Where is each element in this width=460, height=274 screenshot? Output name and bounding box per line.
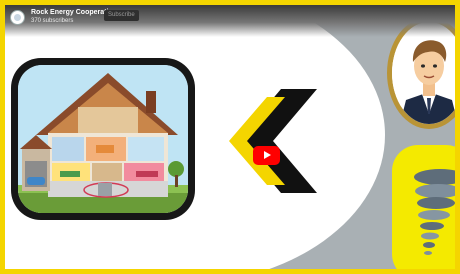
video-info-bar: Rock Energy Cooperative 370 subscribers …: [5, 5, 455, 37]
chevron-logo-icon: [229, 89, 317, 193]
house-illustration-card: [11, 58, 195, 220]
tornado-card: [392, 145, 455, 269]
channel-avatar-icon[interactable]: [10, 10, 25, 25]
video-thumbnail-frame: Rock Energy Cooperative 370 subscribers …: [0, 0, 460, 274]
house-cutaway-image: [18, 65, 188, 213]
play-button[interactable]: [253, 146, 280, 165]
subscriber-count: 370 subscribers: [31, 18, 74, 24]
video-player[interactable]: Rock Energy Cooperative 370 subscribers …: [5, 5, 455, 269]
subscribe-button[interactable]: Subscribe: [104, 10, 139, 21]
tornado-icon: [414, 169, 455, 255]
presenter-illustration: [392, 22, 455, 124]
